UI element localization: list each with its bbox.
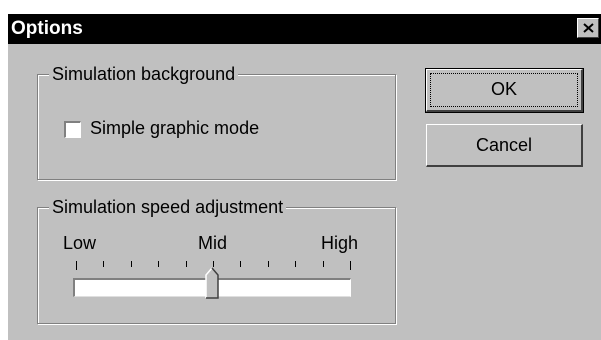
close-button[interactable] (577, 18, 599, 38)
simulation-speed-legend: Simulation speed adjustment (49, 197, 287, 217)
simulation-background-legend: Simulation background (49, 64, 239, 84)
speed-mid-label: Mid (198, 233, 228, 253)
speed-slider-tick (103, 261, 104, 267)
speed-slider-tick (323, 261, 324, 267)
speed-low-label: Low (63, 233, 97, 253)
speed-slider-tick (131, 261, 132, 267)
speed-high-label: High (321, 233, 359, 253)
speed-slider-tick (76, 261, 77, 270)
title-bar[interactable]: Options (8, 14, 601, 44)
speed-slider-tick (186, 261, 187, 267)
speed-slider-tick (268, 261, 269, 267)
speed-slider-thumb[interactable] (205, 267, 219, 299)
window-title: Options (11, 18, 83, 39)
close-icon (583, 23, 594, 33)
simple-graphic-mode-label[interactable]: Simple graphic mode (90, 117, 259, 139)
speed-slider-tick (295, 261, 296, 267)
speed-slider-tick (240, 261, 241, 267)
cancel-label: Cancel (475, 135, 533, 155)
ok-button[interactable]: OK (425, 68, 584, 113)
simple-graphic-mode-checkbox[interactable] (64, 121, 81, 138)
ok-focus-rect (430, 73, 578, 107)
speed-slider-tick (158, 261, 159, 267)
speed-slider-tick (350, 261, 351, 270)
cancel-button[interactable]: Cancel (426, 124, 583, 167)
options-dialog: Options Simulation background Simple gra… (8, 14, 601, 340)
